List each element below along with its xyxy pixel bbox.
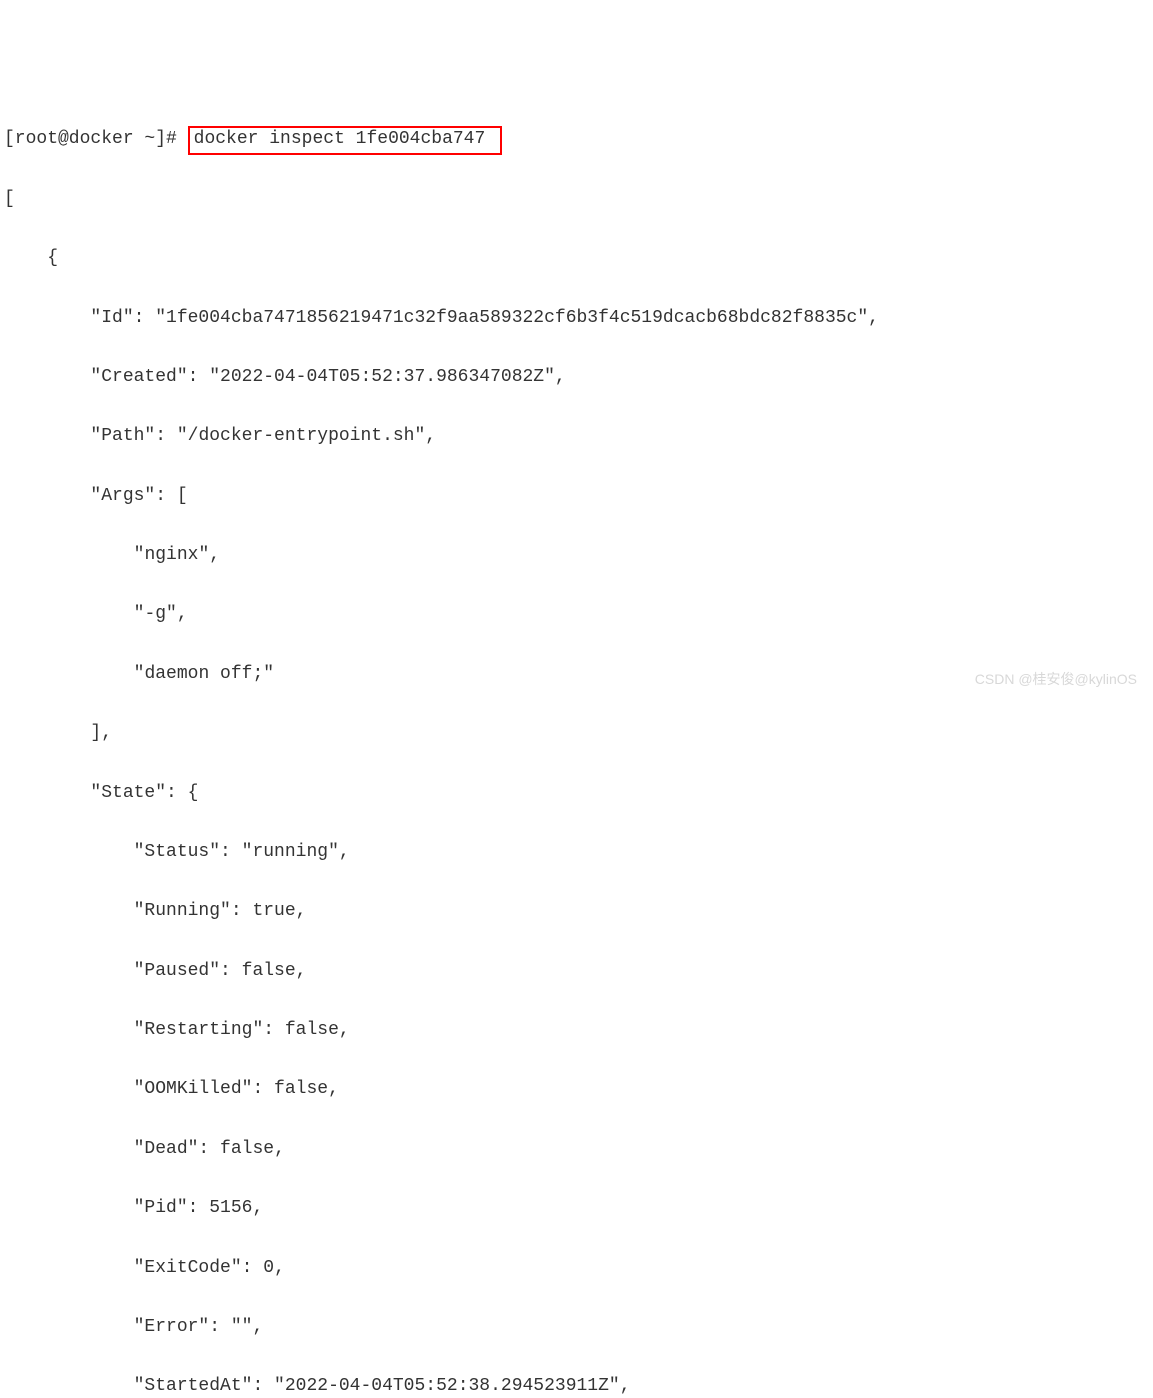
output-line: "Created": "2022-04-04T05:52:37.98634708… [0, 363, 1153, 393]
output-line: { [0, 244, 1153, 274]
output-line: "Running": true, [0, 897, 1153, 927]
output-line: "Id": "1fe004cba7471856219471c32f9aa5893… [0, 304, 1153, 334]
output-line: "Pid": 5156, [0, 1194, 1153, 1224]
output-line: "nginx", [0, 541, 1153, 571]
highlighted-command: docker inspect 1fe004cba747 [188, 126, 502, 155]
output-line: "Paused": false, [0, 957, 1153, 987]
output-line: "Args": [ [0, 482, 1153, 512]
output-line: ], [0, 719, 1153, 749]
output-line: "State": { [0, 779, 1153, 809]
output-line: "Status": "running", [0, 838, 1153, 868]
output-line: "ExitCode": 0, [0, 1254, 1153, 1284]
output-line: "Dead": false, [0, 1135, 1153, 1165]
output-line: "Restarting": false, [0, 1016, 1153, 1046]
output-line: "StartedAt": "2022-04-04T05:52:38.294523… [0, 1372, 1153, 1398]
output-line: [ [0, 185, 1153, 215]
watermark: CSDN @桂安俊@kylinOS [975, 668, 1137, 691]
output-line: "Error": "", [0, 1313, 1153, 1343]
command-line: [root@docker ~]# docker inspect 1fe004cb… [0, 125, 1153, 155]
output-line: "-g", [0, 600, 1153, 630]
shell-prompt: [root@docker ~]# [4, 129, 188, 149]
output-line: "OOMKilled": false, [0, 1075, 1153, 1105]
output-line: "Path": "/docker-entrypoint.sh", [0, 422, 1153, 452]
